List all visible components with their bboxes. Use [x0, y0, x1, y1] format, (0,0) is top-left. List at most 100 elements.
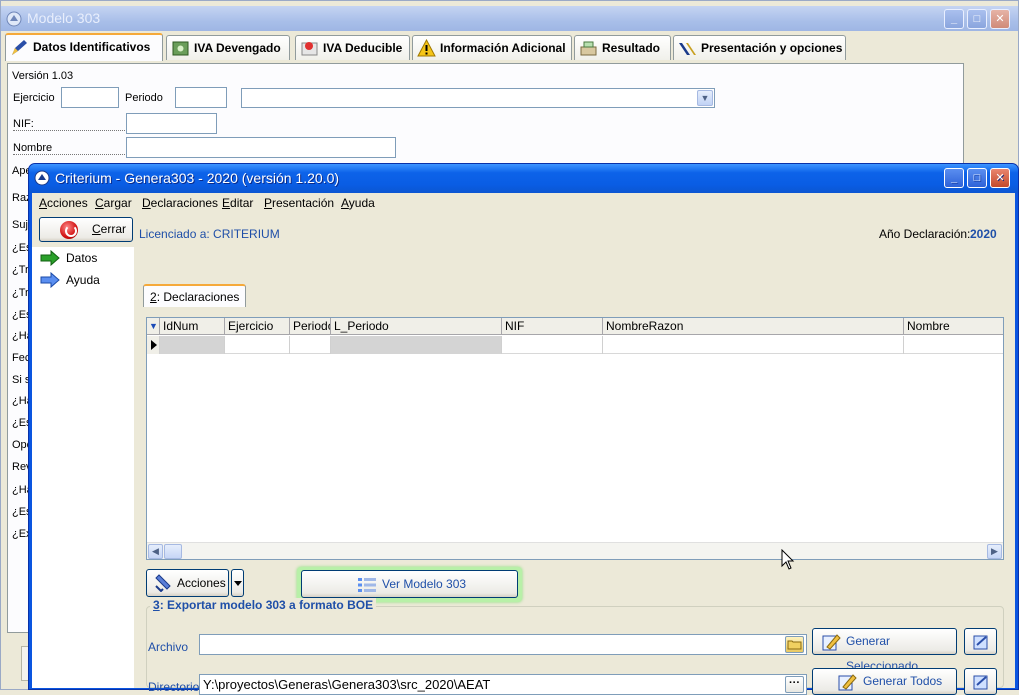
menu-declaraciones[interactable]: Declaraciones	[142, 196, 218, 210]
maximize-icon[interactable]: □	[967, 9, 987, 29]
menu-presentacion[interactable]: Presentación	[264, 196, 334, 210]
filter-icon[interactable]: ▼	[147, 318, 160, 335]
archivo-label: Archivo	[148, 640, 189, 654]
periodo-select[interactable]: ▼	[241, 88, 715, 108]
nif-label: NIF:	[13, 118, 125, 131]
app-icon	[6, 11, 22, 27]
year-value: 2020	[970, 227, 997, 241]
column-header[interactable]: L_Periodo	[331, 318, 502, 335]
column-header[interactable]: NIF	[502, 318, 603, 335]
nif-input[interactable]	[126, 113, 217, 134]
directorio-input[interactable]: Y:\proyectos\Generas\Genera303\src_2020\…	[199, 674, 807, 695]
modelo303-title: Modelo 303	[27, 10, 101, 26]
tab-presentacion-opciones[interactable]: Presentación y opciones	[673, 35, 846, 60]
ejercicio-input[interactable]	[61, 87, 119, 108]
money-icon	[172, 41, 189, 56]
directorio-label: Directorio	[148, 680, 200, 694]
back-field-label: ¿Tr	[12, 264, 29, 276]
tab-informacion-adicional[interactable]: Información Adicional	[412, 35, 572, 60]
column-header[interactable]: Nombre	[904, 318, 1003, 335]
declaraciones-content: 2: Declaraciones ▼ IdNum Ejercicio Perio…	[136, 247, 1013, 695]
mouse-cursor-icon	[781, 549, 795, 570]
criterium-body: Acciones Cargar Declaraciones Editar Pre…	[32, 193, 1015, 695]
column-header[interactable]: Ejercicio	[225, 318, 290, 335]
list-icon	[358, 578, 376, 592]
generar-seleccionado-button[interactable]: Generar Seleccionado	[812, 628, 957, 673]
acciones-dropdown-button[interactable]	[231, 569, 244, 597]
folder-open-icon[interactable]	[785, 636, 804, 653]
back-field-label: ¿Tr	[12, 287, 29, 299]
grid-cell[interactable]	[603, 336, 904, 354]
table-row[interactable]	[147, 336, 1003, 354]
cerrar-button[interactable]: Cerrar	[39, 217, 133, 242]
export-boe-title: 3: Exportar modelo 303 a formato BOE	[150, 598, 377, 612]
maximize-icon[interactable]: □	[967, 168, 987, 188]
criterium-window: Criterium - Genera303 - 2020 (versión 1.…	[28, 163, 1019, 695]
blue-arrow-icon	[40, 272, 60, 288]
periodo-label: Periodo	[125, 92, 163, 104]
aeat-logo-icon	[679, 43, 696, 55]
browse-directory-icon[interactable]: ···	[785, 676, 804, 693]
power-icon	[60, 221, 78, 239]
minimize-icon[interactable]: _	[944, 9, 964, 29]
column-header[interactable]: Periodo	[290, 318, 331, 335]
scroll-left-icon[interactable]: ◀	[148, 544, 163, 559]
grid-cell[interactable]	[160, 336, 225, 354]
scroll-thumb[interactable]	[164, 544, 182, 559]
periodo-input[interactable]	[175, 87, 227, 108]
year-label: Año Declaración:	[879, 227, 971, 241]
criterium-title: Criterium - Genera303 - 2020 (versión 1.…	[55, 170, 340, 186]
export-doc-icon	[973, 635, 988, 650]
app-icon	[34, 170, 50, 186]
horizontal-scrollbar[interactable]: ◀ ▶	[147, 542, 1003, 559]
close-icon[interactable]: ✕	[990, 9, 1010, 29]
close-icon[interactable]: ✕	[990, 168, 1010, 188]
sidebar-item-ayuda[interactable]: Ayuda	[36, 271, 100, 289]
tab-iva-devengado[interactable]: IVA Devengado	[166, 35, 290, 60]
sidebar: Datos Ayuda	[32, 247, 134, 688]
menu-editar[interactable]: Editar	[222, 196, 253, 210]
tab-iva-deducible[interactable]: IVA Deducible	[295, 35, 410, 60]
grid-cell[interactable]	[225, 336, 290, 354]
version-label: Versión 1.03	[12, 70, 74, 82]
export-doc-icon	[973, 675, 988, 690]
menu-cargar[interactable]: Cargar	[95, 196, 132, 210]
column-header[interactable]: NombreRazon	[603, 318, 904, 335]
warning-icon	[417, 39, 436, 57]
nombre-input[interactable]	[126, 137, 396, 158]
generar-todos-button[interactable]: Generar Todos	[812, 668, 957, 695]
grid-header: ▼ IdNum Ejercicio Periodo L_Periodo NIF …	[147, 318, 1003, 335]
grid-cell[interactable]	[331, 336, 502, 354]
chevron-down-icon[interactable]: ▼	[697, 90, 713, 106]
acciones-button[interactable]: Acciones	[146, 569, 229, 597]
menu-ayuda[interactable]: Ayuda	[341, 196, 375, 210]
archivo-input[interactable]	[199, 634, 807, 655]
nombre-label: Nombre	[13, 142, 125, 155]
edit-doc-icon	[838, 674, 857, 691]
pin-icon	[301, 42, 318, 56]
ver-modelo-button[interactable]: Ver Modelo 303	[301, 570, 518, 598]
sidebar-item-datos[interactable]: Datos	[36, 249, 97, 267]
tab-datos-identificativos[interactable]: Datos Identificativos	[5, 33, 163, 61]
paperclip-icon	[155, 574, 171, 592]
green-arrow-icon	[40, 250, 60, 266]
menu-bar: Acciones Cargar Declaraciones Editar Pre…	[32, 193, 1015, 213]
tab-resultado[interactable]: Resultado	[574, 35, 671, 60]
open-selected-button[interactable]	[964, 628, 997, 655]
modelo303-titlebar[interactable]: Modelo 303 _ □ ✕	[1, 6, 1018, 31]
grid-cell[interactable]	[502, 336, 603, 354]
edit-doc-icon	[822, 634, 841, 651]
scroll-right-icon[interactable]: ▶	[987, 544, 1002, 559]
minimize-icon[interactable]: _	[944, 168, 964, 188]
tab-declaraciones[interactable]: 2: Declaraciones	[143, 284, 247, 307]
licensed-label: Licenciado a: CRITERIUM	[139, 227, 280, 241]
open-all-button[interactable]	[964, 668, 997, 695]
grid-cell[interactable]	[290, 336, 331, 354]
pen-icon	[12, 40, 27, 55]
grid-cell[interactable]	[904, 336, 1003, 354]
criterium-titlebar[interactable]: Criterium - Genera303 - 2020 (versión 1.…	[29, 164, 1018, 193]
row-indicator-icon	[147, 336, 160, 354]
menu-acciones[interactable]: Acciones	[39, 196, 88, 210]
column-header[interactable]: IdNum	[160, 318, 225, 335]
declaraciones-grid[interactable]: ▼ IdNum Ejercicio Periodo L_Periodo NIF …	[146, 317, 1004, 560]
